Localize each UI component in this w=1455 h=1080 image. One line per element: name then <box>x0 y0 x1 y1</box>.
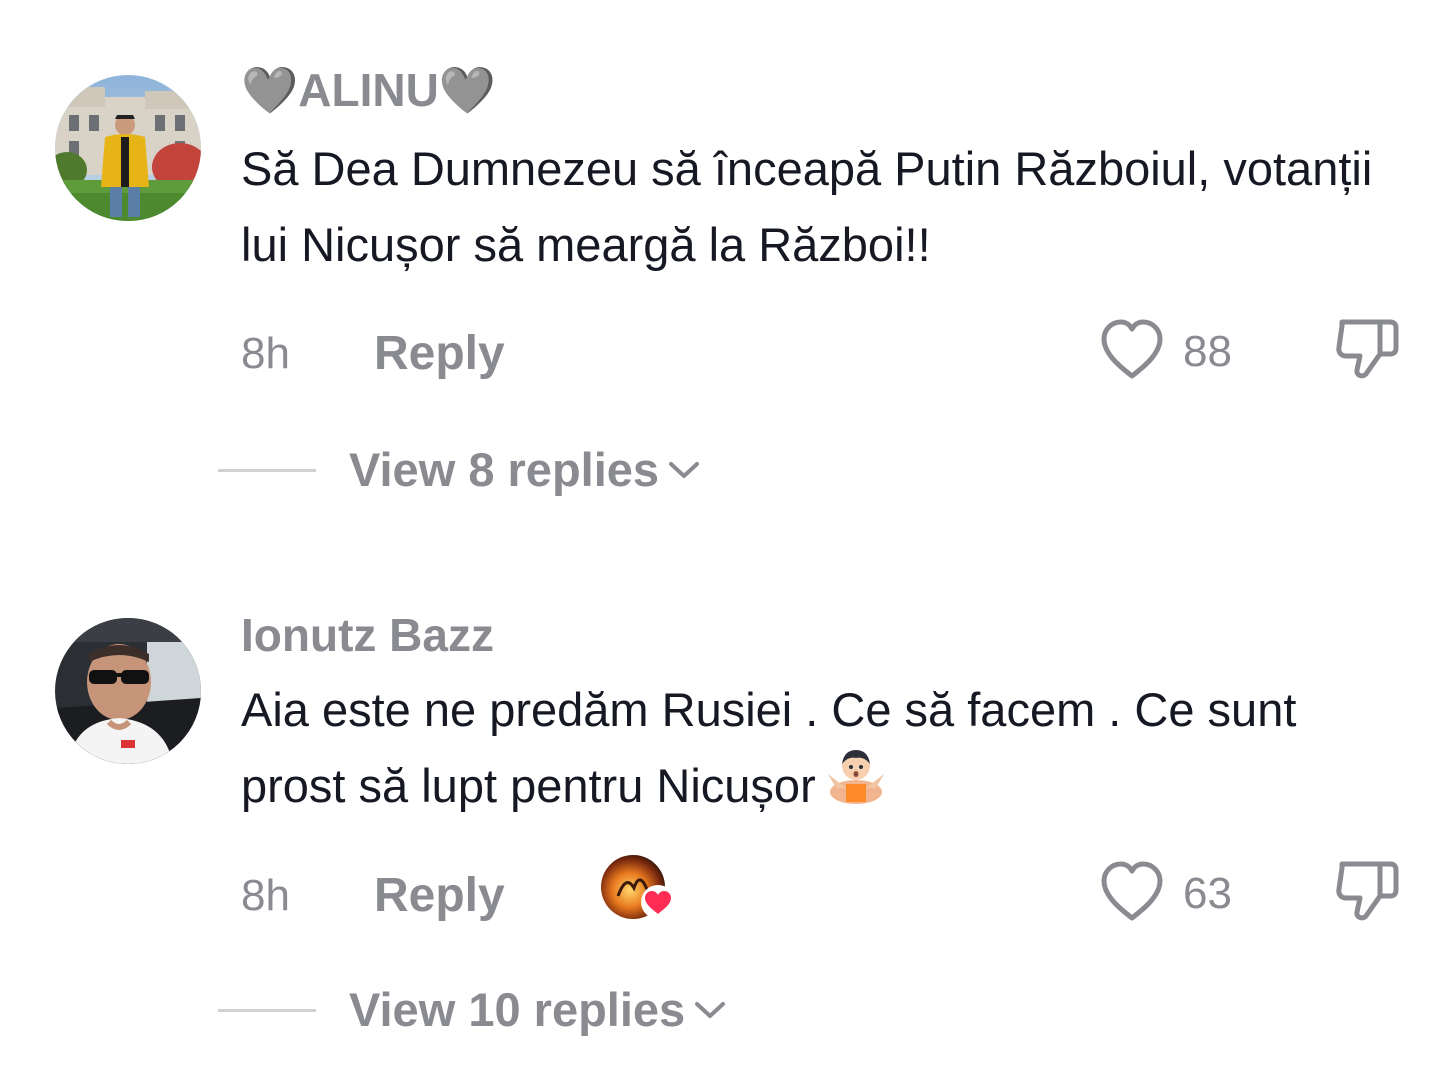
divider <box>218 1009 316 1012</box>
timestamp: 8h <box>241 329 290 378</box>
username[interactable]: 🩶ALINU🩶 <box>241 67 496 113</box>
comment-text-content: Aia este ne predăm Rusiei . Ce să facem … <box>241 683 1297 812</box>
view-replies: View 8 replies <box>0 440 1455 500</box>
view-replies-button[interactable]: View 8 replies <box>349 440 701 500</box>
reply-button[interactable]: Reply <box>374 330 505 378</box>
comment-item: Ionutz Bazz Aia este ne predăm Rusiei . … <box>0 520 1455 1080</box>
reply-button[interactable]: Reply <box>374 872 505 920</box>
man-shrugging-emoji <box>826 744 886 826</box>
divider <box>218 469 316 472</box>
heart-outline-icon[interactable] <box>1096 856 1168 928</box>
view-replies-button[interactable]: View 10 replies <box>349 980 727 1040</box>
timestamp: 8h <box>241 871 290 920</box>
comment-text: Aia este ne predăm Rusiei . Ce să facem … <box>241 672 1401 826</box>
thumbs-down-icon[interactable] <box>1330 310 1406 386</box>
comment-text-content: Să Dea Dumnezeu să înceapă Putin Războiu… <box>241 142 1373 271</box>
comment-text: Să Dea Dumnezeu să înceapă Putin Războiu… <box>241 131 1401 283</box>
like-count: 63 <box>1183 869 1232 918</box>
view-replies-label: View 10 replies <box>349 983 686 1036</box>
heart-outline-icon[interactable] <box>1096 314 1168 386</box>
like-count: 88 <box>1183 327 1232 376</box>
thumbs-down-icon[interactable] <box>1330 852 1406 928</box>
chevron-down-icon <box>695 1001 726 1018</box>
creator-liked-badge <box>600 854 680 924</box>
view-replies-label: View 8 replies <box>349 443 660 496</box>
username[interactable]: Ionutz Bazz <box>241 612 494 658</box>
comment-item: 🩶ALINU🩶 Să Dea Dumnezeu să înceapă Putin… <box>0 0 1455 520</box>
avatar[interactable] <box>55 618 201 764</box>
comment-actions: 8h Reply 88 <box>0 319 1455 392</box>
avatar[interactable] <box>55 75 201 221</box>
chevron-down-icon <box>669 461 700 478</box>
view-replies: View 10 replies <box>0 980 1455 1040</box>
comment-actions: 8h Reply 63 <box>0 855 1455 934</box>
